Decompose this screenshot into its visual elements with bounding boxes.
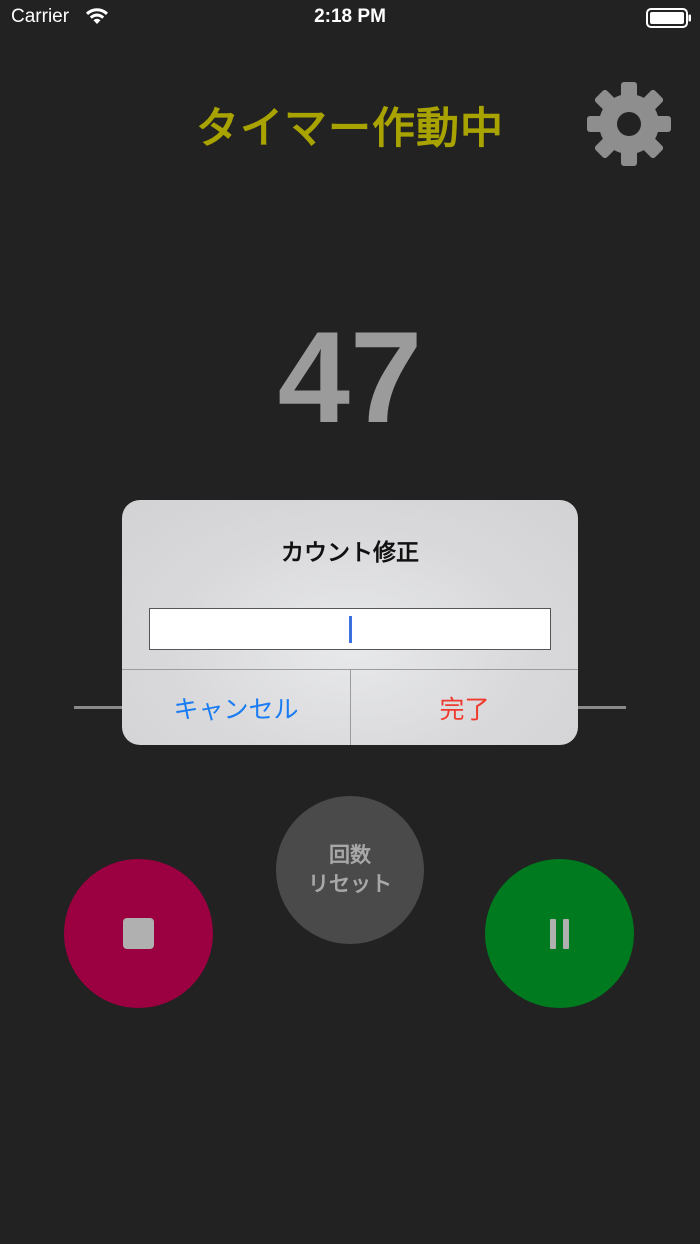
- done-button[interactable]: 完了: [351, 670, 578, 745]
- pause-icon: [550, 919, 570, 949]
- reset-count-label-line1: 回数: [329, 843, 371, 867]
- clock: 2:18 PM: [314, 6, 386, 27]
- pause-button[interactable]: [485, 859, 634, 1008]
- page-title: タイマー作動中: [196, 104, 504, 154]
- dialog-title: カウント修正: [281, 540, 419, 566]
- status-bar: Carrier 2:18 PM: [0, 0, 700, 40]
- stop-icon: [123, 918, 154, 949]
- count-input[interactable]: [149, 608, 551, 650]
- count-display: 47: [277, 304, 423, 450]
- gear-icon[interactable]: [585, 80, 673, 168]
- cancel-button[interactable]: キャンセル: [122, 670, 350, 745]
- count-edit-dialog: カウント修正 キャンセル 完了: [122, 500, 578, 745]
- reset-count-button[interactable]: 回数 リセット: [276, 796, 424, 944]
- reset-count-label-line2: リセット: [308, 872, 392, 896]
- battery-icon: [646, 8, 691, 28]
- text-cursor: [349, 616, 352, 643]
- stop-button[interactable]: [64, 859, 213, 1008]
